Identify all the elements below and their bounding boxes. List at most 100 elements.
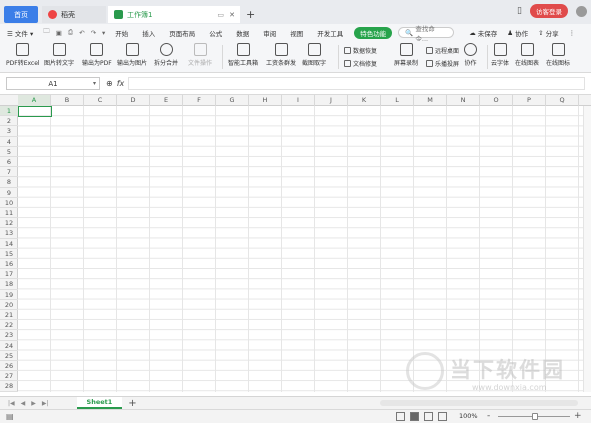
print-icon[interactable]: ⎙ xyxy=(65,28,76,37)
row-header[interactable]: 13 xyxy=(0,228,18,239)
export-pdf-button[interactable]: 输出为PDF xyxy=(82,43,112,67)
column-header[interactable]: P xyxy=(513,95,546,106)
column-header[interactable]: I xyxy=(282,95,315,106)
login-button[interactable]: 访客登录 xyxy=(530,4,568,18)
macro-icon[interactable]: ▤ xyxy=(6,412,14,421)
first-sheet-icon[interactable]: |◀ xyxy=(8,400,15,407)
cell-grid[interactable] xyxy=(18,106,591,392)
new-tab-button[interactable]: + xyxy=(246,8,255,21)
more-icon[interactable]: ▾ xyxy=(99,29,108,37)
split-merge-button[interactable]: 拆分合并 xyxy=(154,43,178,67)
share-button[interactable]: ⇪ 分享 xyxy=(533,28,563,38)
menu-layout[interactable]: 页面布局 xyxy=(162,28,202,38)
column-header[interactable]: Q xyxy=(546,95,579,106)
file-ops-button[interactable]: 文件操作 xyxy=(188,43,212,67)
payroll-button[interactable]: 工资条群发 xyxy=(266,43,296,67)
close-tab-icon[interactable]: ✕ xyxy=(229,11,235,19)
row-header[interactable]: 25 xyxy=(0,351,18,361)
add-sheet-button[interactable]: + xyxy=(128,398,136,409)
column-header[interactable]: H xyxy=(249,95,282,106)
remote-desktop-button[interactable]: 远程桌面 xyxy=(426,46,459,55)
menu-start[interactable]: 开始 xyxy=(108,28,135,38)
image-to-text-button[interactable]: 图片转文字 xyxy=(44,43,74,67)
data-recovery-button[interactable]: 数据恢复 xyxy=(344,46,377,55)
row-header[interactable]: 19 xyxy=(0,290,18,300)
export-image-button[interactable]: 输出为图片 xyxy=(117,43,147,67)
last-sheet-icon[interactable]: ▶| xyxy=(42,400,49,407)
prev-sheet-icon[interactable]: ◀ xyxy=(21,400,26,407)
cast-button[interactable]: 乐播投屏 xyxy=(426,59,459,68)
tab-workbook[interactable]: 工作簿1 ▭ ✕ xyxy=(108,6,240,23)
row-header[interactable]: 4 xyxy=(0,137,18,147)
menu-dev-tools[interactable]: 开发工具 xyxy=(310,28,350,38)
save-icon[interactable]: ▣ xyxy=(53,29,65,37)
cloud-font-button[interactable]: 云字体 xyxy=(491,43,509,67)
file-menu[interactable]: ☰ 文件 ▾ xyxy=(0,28,40,38)
restore-icon[interactable]: ▯ xyxy=(517,6,522,16)
menu-insert[interactable]: 插入 xyxy=(135,28,162,38)
name-box[interactable]: A1 ▾ xyxy=(6,77,100,90)
menu-view[interactable]: 视图 xyxy=(283,28,310,38)
smart-toolbox-button[interactable]: 智能工具箱 xyxy=(228,43,258,67)
column-header[interactable]: D xyxy=(117,95,150,106)
row-header[interactable]: 8 xyxy=(0,177,18,188)
row-header[interactable]: 9 xyxy=(0,188,18,198)
row-header[interactable]: 7 xyxy=(0,167,18,178)
column-header[interactable]: A xyxy=(18,95,51,106)
sheet-tab-sheet1[interactable]: Sheet1 xyxy=(76,397,123,409)
zoom-in-button[interactable]: + xyxy=(574,411,582,421)
zoom-slider-handle[interactable] xyxy=(532,413,538,420)
next-sheet-icon[interactable]: ▶ xyxy=(31,400,36,407)
search-input[interactable]: 🔍 查找命令... xyxy=(398,25,455,43)
row-header[interactable]: 1 xyxy=(0,106,18,117)
row-header[interactable]: 24 xyxy=(0,341,18,351)
menu-review[interactable]: 审阅 xyxy=(256,28,283,38)
horizontal-scrollbar[interactable] xyxy=(380,400,578,406)
tab-home[interactable]: 首页 xyxy=(4,6,38,23)
row-header[interactable]: 23 xyxy=(0,330,18,341)
column-header[interactable]: K xyxy=(348,95,381,106)
column-header[interactable]: G xyxy=(216,95,249,106)
row-header[interactable]: 14 xyxy=(0,239,18,249)
selected-cell[interactable] xyxy=(18,106,52,117)
row-header[interactable]: 15 xyxy=(0,249,18,259)
open-icon[interactable]: 🗀 xyxy=(40,27,53,38)
row-header[interactable]: 11 xyxy=(0,208,18,219)
column-header[interactable]: F xyxy=(183,95,216,106)
row-header[interactable]: 28 xyxy=(0,381,18,392)
column-header[interactable]: O xyxy=(480,95,513,106)
column-header[interactable]: L xyxy=(381,95,414,106)
menu-feature[interactable]: 特色功能 xyxy=(354,26,393,39)
redo-icon[interactable]: ↷ xyxy=(88,29,99,37)
collab-button[interactable]: ♟ 协作 xyxy=(502,28,533,38)
window-icon[interactable]: ▭ xyxy=(217,11,224,19)
row-header[interactable]: 20 xyxy=(0,300,18,310)
menu-data[interactable]: 数据 xyxy=(229,28,256,38)
column-header[interactable]: C xyxy=(84,95,117,106)
eye-view-icon[interactable] xyxy=(396,412,405,421)
undo-icon[interactable]: ↶ xyxy=(76,29,87,37)
more-menu-icon[interactable]: ⋮ xyxy=(564,29,581,37)
row-header[interactable]: 6 xyxy=(0,157,18,168)
row-header[interactable]: 3 xyxy=(0,126,18,137)
row-header[interactable]: 27 xyxy=(0,371,18,382)
vertical-scrollbar[interactable] xyxy=(583,106,591,392)
row-header[interactable]: 16 xyxy=(0,259,18,270)
screen-record-button[interactable]: 屏幕录制 xyxy=(394,43,418,67)
column-header[interactable]: B xyxy=(51,95,84,106)
online-chart-button[interactable]: 在线图表 xyxy=(515,43,539,67)
zoom-search-icon[interactable]: ⊕ xyxy=(106,79,113,88)
zoom-out-button[interactable]: - xyxy=(487,411,490,421)
row-header[interactable]: 17 xyxy=(0,269,18,280)
screenshot-ocr-button[interactable]: 截图取字 xyxy=(302,43,326,67)
tab-docer[interactable]: 稻壳 xyxy=(42,6,106,23)
row-header[interactable]: 5 xyxy=(0,147,18,157)
column-header[interactable]: E xyxy=(150,95,183,106)
fx-icon[interactable]: fx xyxy=(117,79,125,88)
unsaved-button[interactable]: ☁ 未保存 xyxy=(464,28,502,38)
online-icon-button[interactable]: 在线图标 xyxy=(546,43,570,67)
collab-tool-button[interactable]: 协作 xyxy=(464,43,477,67)
formula-input[interactable] xyxy=(128,77,585,90)
page-layout-view-icon[interactable] xyxy=(424,412,433,421)
normal-view-icon[interactable] xyxy=(410,412,419,421)
